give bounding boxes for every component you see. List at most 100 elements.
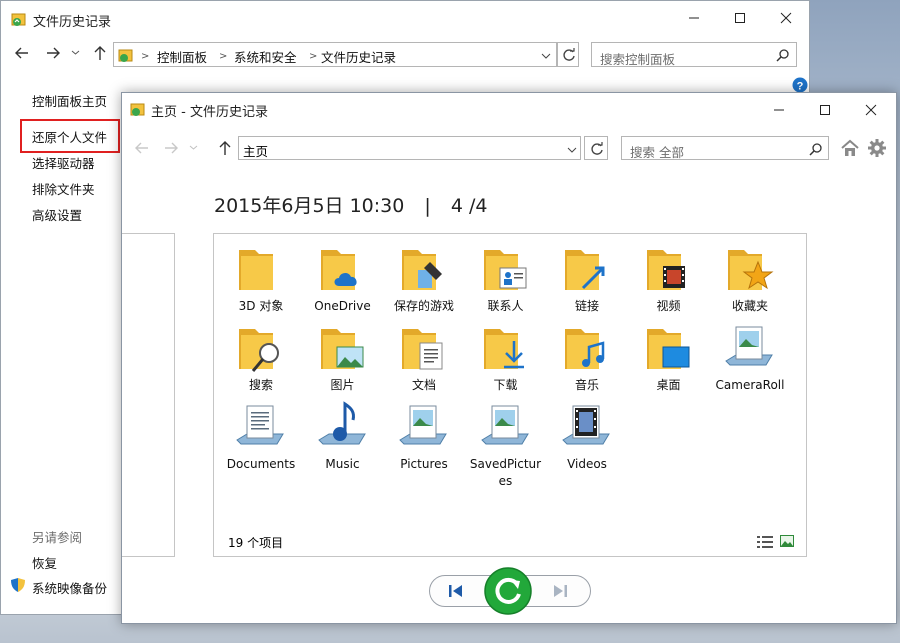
file-item-label: OneDrive xyxy=(314,299,371,313)
library-music-icon xyxy=(315,398,371,454)
home-icon[interactable] xyxy=(841,139,859,157)
up-arrow-icon[interactable] xyxy=(218,140,232,156)
refresh-icon xyxy=(590,142,604,156)
close-button[interactable] xyxy=(763,1,809,35)
file-item[interactable]: Music xyxy=(305,398,381,473)
details-view-icon[interactable] xyxy=(757,536,773,548)
file-item[interactable]: 联系人 xyxy=(468,240,544,315)
window-title: 主页 - 文件历史记录 xyxy=(151,105,268,120)
restore-button[interactable] xyxy=(484,567,532,615)
large-icons-view-icon[interactable] xyxy=(780,535,794,547)
maximize-button[interactable] xyxy=(717,1,763,35)
address-bar[interactable]: 主页 xyxy=(238,136,581,160)
file-item[interactable]: 视频 xyxy=(631,240,707,315)
address-text: 主页 xyxy=(243,144,269,159)
file-item-label: 链接 xyxy=(574,299,599,313)
file-item-label: 收藏夹 xyxy=(731,299,768,313)
file-item[interactable]: 3D 对象 xyxy=(223,240,299,315)
search-icon[interactable] xyxy=(809,142,823,156)
advanced-settings-link[interactable]: 高级设置 xyxy=(32,205,82,224)
close-button[interactable] xyxy=(848,93,894,127)
file-item[interactable]: 链接 xyxy=(549,240,625,315)
maximize-button[interactable] xyxy=(802,93,848,127)
desktop-folder-icon xyxy=(641,319,697,375)
file-item-label: SavedPictures xyxy=(469,457,542,488)
file-item[interactable]: SavedPictures xyxy=(468,398,544,490)
file-item[interactable]: 搜索 xyxy=(223,319,299,394)
folder-plain-icon xyxy=(233,240,289,296)
file-item[interactable]: OneDrive xyxy=(305,240,381,315)
file-item[interactable]: 桌面 xyxy=(631,319,707,394)
address-bar[interactable]: > 控制面板 > 系统和安全 > 文件历史记录 xyxy=(113,42,557,67)
file-item[interactable]: 文档 xyxy=(386,319,462,394)
file-item-label: 文档 xyxy=(411,378,436,392)
exclude-folders-link[interactable]: 排除文件夹 xyxy=(32,179,95,198)
file-item-label: Videos xyxy=(567,457,607,471)
previous-version-button[interactable] xyxy=(448,584,464,598)
file-item-label: Documents xyxy=(226,457,296,471)
address-dropdown-icon[interactable] xyxy=(541,51,551,60)
file-item[interactable]: Pictures xyxy=(386,398,462,473)
settings-gear-icon[interactable] xyxy=(868,139,886,157)
breadcrumb-item[interactable]: 文件历史记录 xyxy=(321,47,396,66)
searches-folder-icon xyxy=(233,319,289,375)
recovery-link[interactable]: 恢复 xyxy=(32,553,57,572)
forward-arrow-icon[interactable] xyxy=(45,46,61,60)
address-dropdown-icon[interactable] xyxy=(567,145,577,154)
minimize-button[interactable] xyxy=(756,93,802,127)
back-arrow-icon[interactable] xyxy=(134,141,150,155)
videos-folder-icon xyxy=(641,240,697,296)
contacts-folder-icon xyxy=(478,240,534,296)
file-item-label: Pictures xyxy=(400,457,448,471)
breadcrumb-item[interactable]: 控制面板 xyxy=(157,47,207,66)
file-item[interactable]: Documents xyxy=(223,398,299,473)
refresh-button[interactable] xyxy=(584,136,608,160)
version-counter: 4 /4 xyxy=(450,195,488,217)
next-version-button[interactable] xyxy=(552,584,568,598)
minimize-button[interactable] xyxy=(671,1,717,35)
library-videos-icon xyxy=(559,398,615,454)
restore-personal-files-link[interactable]: 还原个人文件 xyxy=(32,127,107,146)
file-item-label: CameraRoll xyxy=(715,378,785,392)
see-also-heading: 另请参阅 xyxy=(32,530,83,545)
file-item-label: 图片 xyxy=(330,378,355,392)
search-placeholder: 搜索控制面板 xyxy=(600,52,676,67)
system-image-backup-link[interactable]: 系统映像备份 xyxy=(32,578,107,597)
svg-text:?: ? xyxy=(797,81,804,93)
file-item[interactable]: 收藏夹 xyxy=(712,240,788,315)
file-item-label: 视频 xyxy=(656,299,681,313)
file-item-label: 音乐 xyxy=(574,378,599,392)
refresh-button[interactable] xyxy=(557,42,579,67)
help-icon[interactable]: ? xyxy=(792,77,808,93)
search-all-input[interactable]: 搜索 全部 xyxy=(621,136,829,160)
file-item[interactable]: CameraRoll xyxy=(712,319,788,394)
recent-dropdown-icon[interactable] xyxy=(189,143,198,152)
file-item[interactable]: 图片 xyxy=(305,319,381,394)
file-item[interactable]: Videos xyxy=(549,398,625,473)
file-item[interactable]: 保存的游戏 xyxy=(386,240,462,315)
file-item-label: 保存的游戏 xyxy=(393,299,454,313)
item-count-status: 19 个项目 xyxy=(228,536,284,550)
file-item[interactable]: 下载 xyxy=(468,319,544,394)
file-history-home-window: 主页 - 文件历史记录 主页 搜索 全部 2015年6月5日 10:30 | 4… xyxy=(121,92,897,624)
pictures-folder-icon xyxy=(315,319,371,375)
library-pictures-icon xyxy=(722,319,778,375)
back-arrow-icon[interactable] xyxy=(14,46,30,60)
downloads-folder-icon xyxy=(478,319,534,375)
file-item-label: 搜索 xyxy=(248,378,273,392)
breadcrumb-item[interactable]: 系统和安全 xyxy=(234,47,297,66)
forward-arrow-icon[interactable] xyxy=(163,141,179,155)
control-panel-home-link[interactable]: 控制面板主页 xyxy=(32,91,107,110)
documents-folder-icon xyxy=(396,319,452,375)
file-item[interactable]: 音乐 xyxy=(549,319,625,394)
select-drive-link[interactable]: 选择驱动器 xyxy=(32,153,95,172)
previous-version-panel[interactable] xyxy=(122,233,175,557)
file-history-icon xyxy=(11,11,27,27)
file-item-label: 联系人 xyxy=(487,299,524,313)
search-icon[interactable] xyxy=(776,48,790,62)
recent-dropdown-icon[interactable] xyxy=(71,48,80,57)
library-pictures-icon xyxy=(396,398,452,454)
search-control-panel-input[interactable]: 搜索控制面板 xyxy=(591,42,797,67)
up-arrow-icon[interactable] xyxy=(93,45,107,61)
file-history-icon xyxy=(130,101,146,117)
